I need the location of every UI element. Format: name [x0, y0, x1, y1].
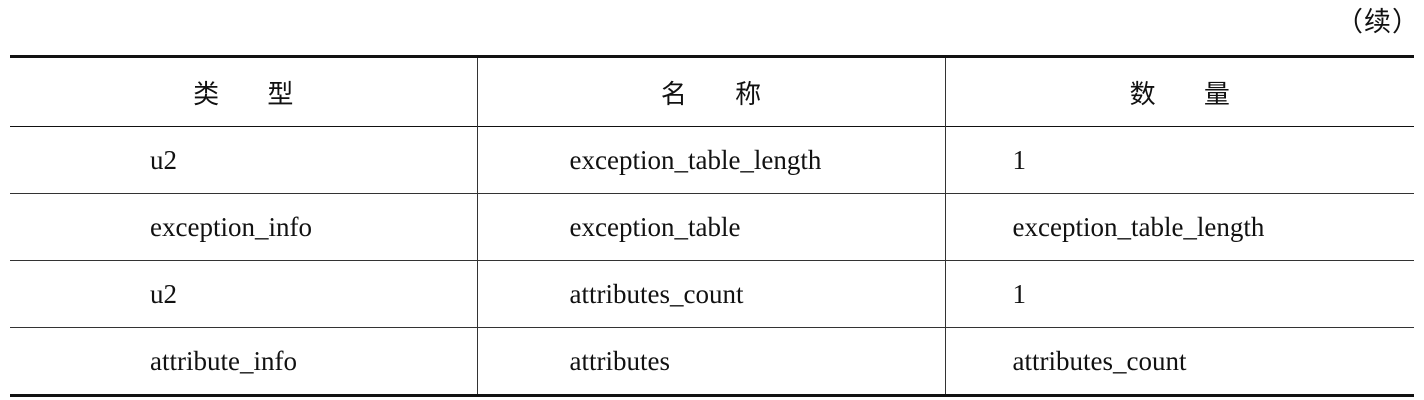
cell-type: u2 — [10, 260, 477, 328]
header-type: 类 型 — [193, 79, 294, 110]
cell-count: 1 — [944, 260, 1414, 328]
header-count: 数 量 — [944, 56, 1414, 127]
table-row: exception_info exception_table exception… — [10, 193, 1414, 261]
table-header-row: 类 型 名 称 数 量 — [10, 56, 1414, 127]
cell-type: u2 — [10, 126, 477, 194]
cell-name: exception_table_length — [476, 126, 945, 194]
cell-name: attributes_count — [476, 260, 945, 328]
spec-table: 类 型 名 称 数 量 u2 exception_table_length 1 … — [10, 55, 1414, 397]
cell-type: exception_info — [10, 193, 477, 261]
cell-count: exception_table_length — [944, 193, 1414, 261]
table-row: u2 exception_table_length 1 — [10, 126, 1414, 194]
table-row: attribute_info attributes attributes_cou… — [10, 327, 1414, 396]
continued-label: （续） — [1336, 7, 1420, 37]
header-name: 名 称 — [476, 56, 945, 127]
cell-count: attributes_count — [944, 327, 1414, 396]
table-row: u2 attributes_count 1 — [10, 260, 1414, 328]
cell-name: exception_table — [476, 193, 945, 261]
cell-count: 1 — [944, 126, 1414, 194]
cell-name: attributes — [476, 327, 945, 396]
cell-type: attribute_info — [10, 327, 477, 396]
